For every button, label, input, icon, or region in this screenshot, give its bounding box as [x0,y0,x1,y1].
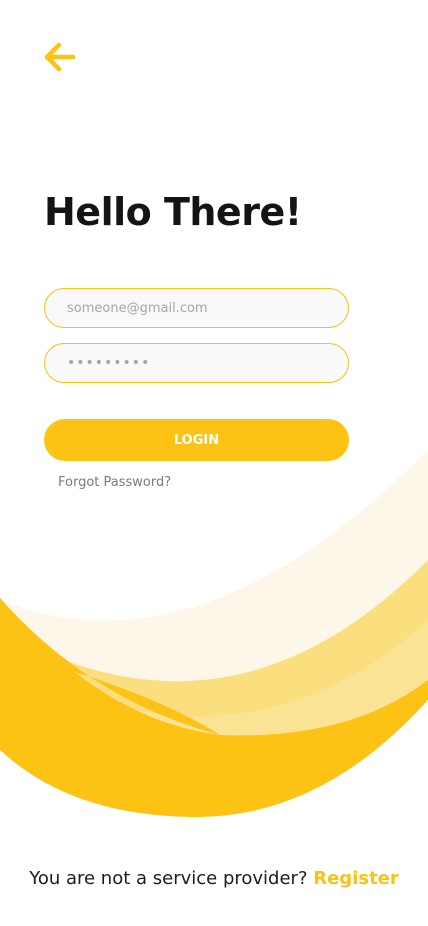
login-button[interactable]: LOGIN [44,419,349,461]
footer: You are not a service provider? Register [0,868,428,889]
register-link[interactable]: Register [313,868,399,889]
footer-prompt: You are not a service provider? [29,868,308,889]
back-button[interactable] [40,38,78,76]
page-title: Hello There! [44,190,302,234]
forgot-password-link[interactable]: Forgot Password? [58,475,171,490]
email-field[interactable] [44,288,349,328]
decorative-wave-background [0,450,428,926]
email-input[interactable] [45,289,348,327]
password-field[interactable] [44,343,349,383]
arrow-left-icon [44,42,76,72]
password-input[interactable] [45,344,348,382]
